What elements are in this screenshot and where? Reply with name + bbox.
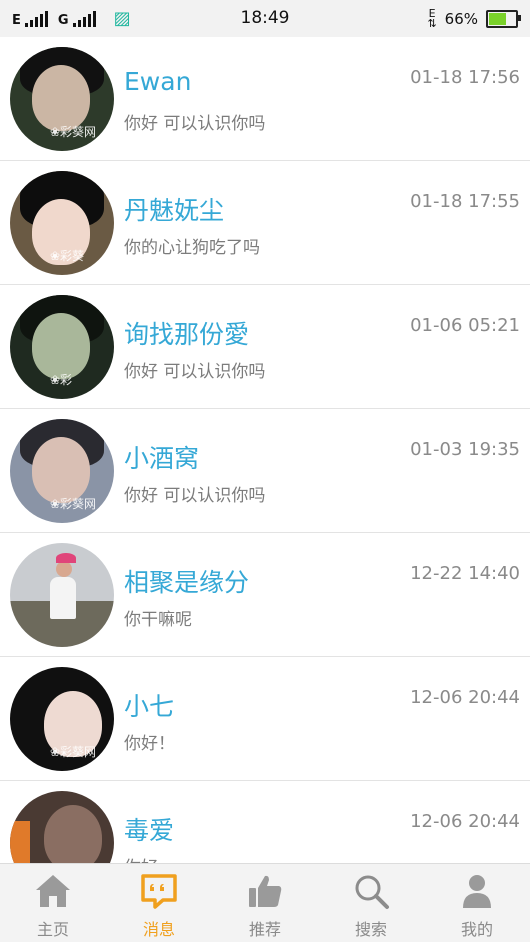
contact-name: 询找那份愛 <box>124 320 250 349</box>
avatar[interactable]: ❀彩葵网 <box>10 667 114 771</box>
tab-label: 搜索 <box>354 920 387 939</box>
status-bar: E G ▨ 18:49 E ⇅ 66% <box>0 0 530 37</box>
conversation-list[interactable]: ❀彩葵网 Ewan 你好 可以认识你吗 01-18 17:56 ❀彩葵 丹魅妩尘… <box>0 37 530 863</box>
message-icon <box>141 874 177 909</box>
tab-messages[interactable]: 消息 <box>106 864 212 943</box>
message-preview: 你干嘛呢 <box>124 610 192 630</box>
conversation-row[interactable]: 相聚是缘分 你干嘛呢 12-22 14:40 <box>0 533 530 657</box>
conversation-row[interactable]: 毒爱 你好 12-06 20:44 <box>0 781 530 863</box>
avatar-watermark: ❀彩葵网 <box>50 125 97 139</box>
battery-fill <box>489 12 507 25</box>
message-time: 12-06 20:44 <box>410 811 520 832</box>
contact-name: Ewan <box>124 67 192 96</box>
avatar[interactable]: ❀彩葵 <box>10 171 114 275</box>
thumbs-up-icon <box>249 875 282 907</box>
contact-name: 毒爱 <box>124 816 175 845</box>
conversation-row[interactable]: ❀彩葵网 Ewan 你好 可以认识你吗 01-18 17:56 <box>0 37 530 161</box>
message-preview: 你好 可以认识你吗 <box>124 114 266 134</box>
avatar[interactable]: ❀彩葵网 <box>10 419 114 523</box>
contact-name: 丹魅妩尘 <box>124 196 225 225</box>
tab-search[interactable]: 搜索 <box>318 864 424 943</box>
message-time: 01-18 17:55 <box>410 191 520 212</box>
avatar[interactable] <box>10 791 114 863</box>
user-icon <box>463 875 491 908</box>
home-icon <box>36 875 70 907</box>
battery-icon <box>486 9 521 28</box>
contact-name: 相聚是缘分 <box>124 568 250 597</box>
tab-recommend[interactable]: 推荐 <box>212 864 318 943</box>
avatar-watermark: ❀彩葵网 <box>50 745 97 759</box>
search-icon <box>355 875 389 909</box>
tab-label: 推荐 <box>248 920 281 939</box>
contact-name: 小酒窝 <box>124 444 200 473</box>
conversation-row[interactable]: ❀彩葵 丹魅妩尘 你的心让狗吃了吗 01-18 17:55 <box>0 161 530 285</box>
battery-percent: 66% <box>444 9 478 28</box>
message-preview: 你好 <box>124 853 158 863</box>
contact-name: 小七 <box>124 692 175 721</box>
avatar-watermark: ❀彩葵网 <box>50 497 97 511</box>
conversation-row[interactable]: ❀彩 询找那份愛 你好 可以认识你吗 01-06 05:21 <box>0 285 530 409</box>
message-time: 01-03 19:35 <box>410 439 520 460</box>
avatar[interactable]: ❀彩葵网 <box>10 47 114 151</box>
message-preview: 你的心让狗吃了吗 <box>124 238 260 258</box>
avatar[interactable]: ❀彩 <box>10 295 114 399</box>
tab-label: 主页 <box>36 920 69 939</box>
message-preview: 你好 可以认识你吗 <box>124 486 266 506</box>
conversation-row[interactable]: ❀彩葵网 小七 你好！ 12-06 20:44 <box>0 657 530 781</box>
message-time: 01-18 17:56 <box>410 67 520 88</box>
bottom-tab-bar: 主页 消息 推荐 搜索 我的 <box>0 863 530 942</box>
message-time: 12-06 20:44 <box>410 687 520 708</box>
data-type-label: E <box>428 6 436 20</box>
avatar-watermark: ❀彩葵 <box>50 249 85 263</box>
tab-home[interactable]: 主页 <box>0 864 106 943</box>
avatar[interactable] <box>10 543 114 647</box>
conversation-row[interactable]: ❀彩葵网 小酒窝 你好 可以认识你吗 01-03 19:35 <box>0 409 530 533</box>
message-time: 12-22 14:40 <box>410 563 520 584</box>
tab-profile[interactable]: 我的 <box>424 864 530 943</box>
message-time: 01-06 05:21 <box>410 315 520 336</box>
status-right: E ⇅ 66% <box>427 0 521 37</box>
message-preview: 你好！ <box>124 734 175 754</box>
tab-label: 我的 <box>460 920 493 939</box>
tab-label: 消息 <box>142 920 175 939</box>
data-transfer-icon: E ⇅ <box>427 6 437 30</box>
message-preview: 你好 可以认识你吗 <box>124 362 266 382</box>
avatar-watermark: ❀彩 <box>50 373 73 387</box>
